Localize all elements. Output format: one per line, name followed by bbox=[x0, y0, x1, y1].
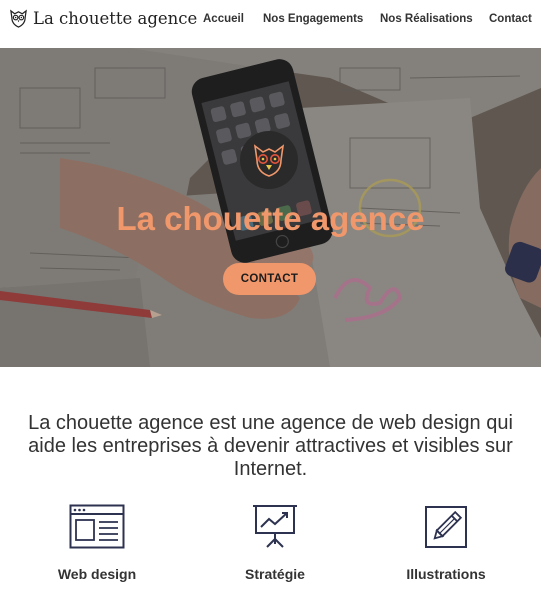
browser-window-icon bbox=[69, 504, 125, 549]
nav-link-accueil[interactable]: Accueil bbox=[203, 13, 244, 25]
service-strategie: Stratégie bbox=[200, 504, 350, 582]
intro-paragraph: La chouette agence est une agence de web… bbox=[0, 412, 541, 481]
pencil-edit-icon bbox=[425, 506, 467, 548]
brand-name: La chouette agence bbox=[33, 9, 198, 28]
intro-line: La chouette agence est une agence de web… bbox=[28, 412, 513, 434]
service-label: Stratégie bbox=[245, 566, 305, 582]
nav-link-realisations[interactable]: Nos Réalisations bbox=[380, 13, 473, 25]
intro-line: aide les entreprises à devenir attractiv… bbox=[28, 435, 513, 457]
intro-line: Internet. bbox=[233, 458, 308, 480]
contact-button[interactable]: CONTACT bbox=[223, 263, 316, 295]
presentation-chart-icon bbox=[253, 505, 297, 548]
owl-logo-icon bbox=[253, 144, 285, 177]
nav-link-engagements[interactable]: Nos Engagements bbox=[263, 13, 363, 25]
brand-logo[interactable]: La chouette agence bbox=[9, 8, 197, 29]
hero-owl-badge bbox=[240, 131, 298, 189]
service-illustrations: Illustrations bbox=[371, 504, 521, 582]
owl-logo-icon bbox=[10, 9, 27, 28]
service-label: Web design bbox=[57, 566, 137, 582]
nav-link-contact[interactable]: Contact bbox=[489, 13, 532, 25]
service-web-design: Web design bbox=[22, 504, 172, 582]
service-label: Illustrations bbox=[406, 566, 486, 582]
hero-banner: La chouette agence CONTACT bbox=[0, 48, 541, 367]
hero-title: La chouette agence bbox=[116, 200, 425, 237]
site-header: La chouette agence Accueil Nos Engagemen… bbox=[0, 0, 541, 48]
